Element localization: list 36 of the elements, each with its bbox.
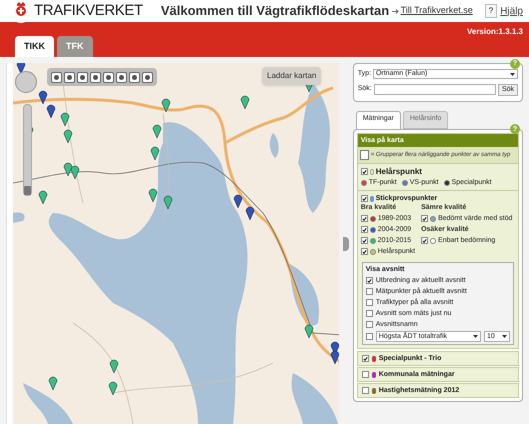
checkbox[interactable] bbox=[360, 215, 368, 222]
pin-icon bbox=[370, 168, 374, 174]
arrow-icon bbox=[392, 8, 399, 14]
logo-text: TRAFIKVERKET bbox=[34, 0, 143, 21]
caret-icon bbox=[502, 335, 507, 338]
loading-notice: Laddar kartan bbox=[262, 67, 322, 85]
layer-label: Helårspunkt bbox=[376, 167, 422, 176]
checkbox[interactable] bbox=[360, 237, 368, 244]
checkbox[interactable] bbox=[360, 248, 368, 255]
checkbox[interactable] bbox=[366, 310, 373, 317]
checkbox[interactable] bbox=[366, 333, 373, 340]
cluster-icon bbox=[360, 150, 369, 160]
pin-icon bbox=[370, 196, 374, 202]
help-key[interactable]: ? bbox=[484, 4, 498, 18]
checkbox[interactable] bbox=[362, 387, 369, 394]
tab[interactable]: TIKK bbox=[15, 36, 54, 57]
checkbox[interactable] bbox=[362, 371, 369, 378]
checkbox[interactable] bbox=[366, 288, 373, 295]
checkbox[interactable] bbox=[366, 321, 373, 328]
zoom-slider[interactable] bbox=[23, 104, 32, 196]
checkbox[interactable] bbox=[366, 299, 373, 306]
checkbox[interactable] bbox=[360, 168, 368, 175]
caret-icon bbox=[510, 72, 515, 76]
search-field[interactable] bbox=[374, 84, 496, 95]
collapse-handle[interactable] bbox=[342, 236, 349, 250]
checkbox[interactable] bbox=[366, 277, 373, 284]
version-label: Version:1.3.1.3 bbox=[466, 26, 523, 38]
checkbox[interactable] bbox=[360, 195, 368, 202]
link[interactable]: Till Trafikverket.se bbox=[400, 4, 473, 18]
checkbox[interactable] bbox=[362, 355, 369, 362]
help-link[interactable]: Hjälp bbox=[500, 4, 523, 18]
checkbox[interactable] bbox=[360, 226, 368, 233]
checkbox[interactable] bbox=[421, 215, 428, 222]
checkbox[interactable] bbox=[421, 237, 428, 244]
page-title: Välkommen till Vägtrafikflödeskartan bbox=[160, 2, 390, 20]
caret-icon bbox=[473, 335, 478, 338]
